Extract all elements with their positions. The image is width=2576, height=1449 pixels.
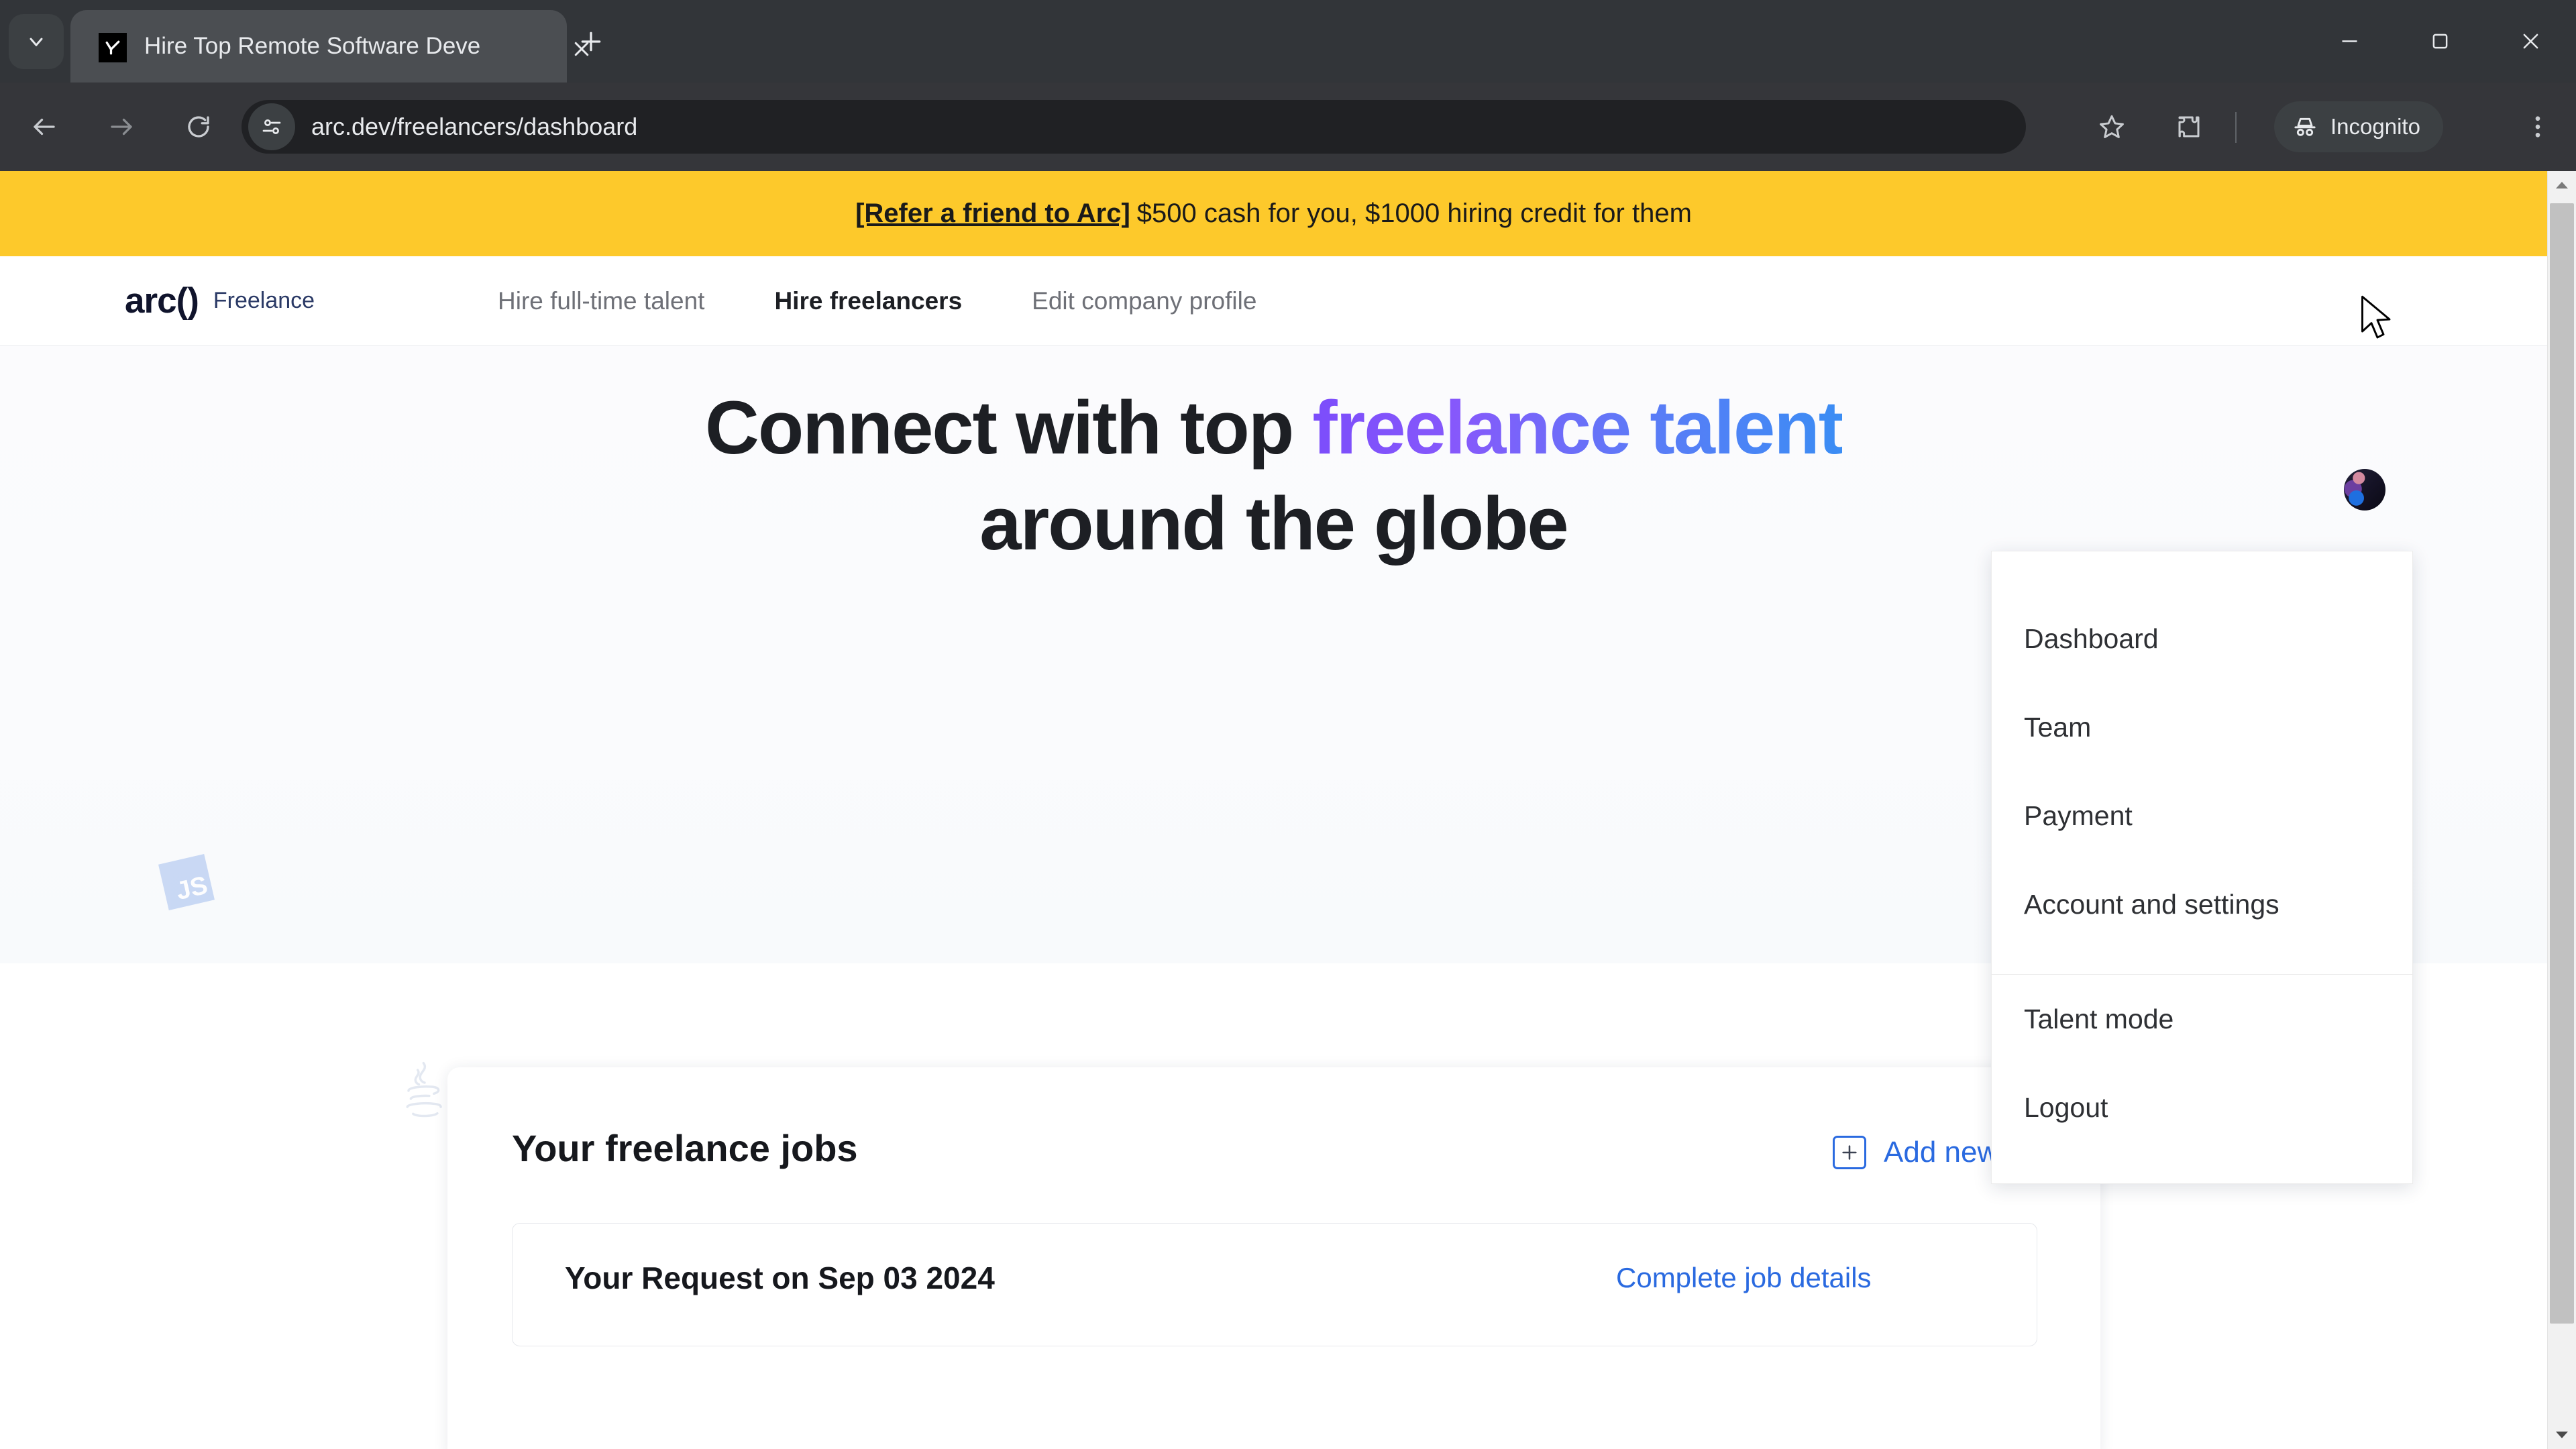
- page-scrollbar[interactable]: [2547, 171, 2576, 1449]
- new-tab-button[interactable]: [567, 17, 615, 66]
- address-bar[interactable]: arc.dev/freelancers/dashboard: [241, 100, 2026, 154]
- back-button[interactable]: [19, 101, 70, 152]
- close-icon: [2523, 34, 2538, 49]
- star-icon: [2100, 115, 2124, 138]
- maximize-button[interactable]: [2395, 0, 2485, 83]
- menu-item-team[interactable]: Team: [1992, 683, 2412, 771]
- scrollbar-thumb[interactable]: [2550, 203, 2574, 1324]
- incognito-indicator[interactable]: Incognito: [2274, 101, 2443, 152]
- account-menu-group-secondary: Talent mode Logout: [1992, 975, 2412, 1152]
- nav-item-hire-full-time-talent[interactable]: Hire full-time talent: [498, 287, 704, 315]
- referral-banner[interactable]: [Refer a friend to Arc] $500 cash for yo…: [0, 171, 2547, 256]
- site-navbar: arc() Freelance Hire full-time talent Hi…: [0, 256, 2547, 346]
- close-window-button[interactable]: [2485, 0, 2576, 83]
- incognito-label: Incognito: [2330, 114, 2420, 139]
- extensions-button[interactable]: [2163, 101, 2214, 152]
- minimize-button[interactable]: [2304, 0, 2395, 83]
- nav-item-edit-company-profile[interactable]: Edit company profile: [1032, 287, 1256, 315]
- reload-button[interactable]: [173, 101, 224, 152]
- tab-strip: Hire Top Remote Software Deve: [0, 0, 2576, 83]
- arrow-left-icon: [34, 118, 55, 136]
- tab-search-button[interactable]: [9, 14, 64, 69]
- logo-subtitle: Freelance: [213, 288, 315, 313]
- complete-job-details-link[interactable]: Complete job details: [1616, 1262, 1872, 1294]
- mouse-cursor: [2361, 295, 2391, 339]
- arc-favicon: [99, 33, 127, 62]
- window-controls: [2304, 0, 2576, 83]
- jobs-card-header: Your freelance jobs Add new: [447, 1067, 2100, 1245]
- menu-item-dashboard[interactable]: Dashboard: [1992, 594, 2412, 683]
- menu-item-logout[interactable]: Logout: [1992, 1063, 2412, 1152]
- menu-item-account-and-settings[interactable]: Account and settings: [1992, 860, 2412, 949]
- browser-tab[interactable]: Hire Top Remote Software Deve: [70, 10, 589, 83]
- bookmark-button[interactable]: [2086, 101, 2137, 152]
- job-name: Your Request on Sep 03 2024: [565, 1260, 995, 1295]
- add-new-job-button[interactable]: Add new: [1833, 1136, 1998, 1169]
- account-menu-group-main: Dashboard Team Payment Account and setti…: [1992, 551, 2412, 949]
- forward-button[interactable]: [96, 101, 147, 152]
- javascript-badge-icon: JS: [158, 854, 215, 910]
- chevron-down-icon: [30, 38, 43, 46]
- plus-icon: [1842, 1145, 1857, 1160]
- arc-logo[interactable]: arc() Freelance: [125, 256, 315, 345]
- triangle-up-icon: [2556, 182, 2568, 189]
- maximize-icon: [2432, 34, 2448, 49]
- hero-title-highlight: freelance talent: [1312, 386, 1843, 470]
- account-dropdown-menu: Dashboard Team Payment Account and setti…: [1991, 551, 2413, 1184]
- referral-banner-text: $500 cash for you, $1000 hiring credit f…: [1136, 199, 1692, 228]
- minimize-icon: [2342, 40, 2357, 42]
- jobs-section-title: Your freelance jobs: [512, 1127, 858, 1169]
- avatar[interactable]: [2344, 469, 2385, 511]
- referral-banner-link[interactable]: [Refer a friend to Arc]: [855, 199, 1130, 229]
- page-viewport: [Refer a friend to Arc] $500 cash for yo…: [0, 171, 2576, 1449]
- job-list-item[interactable]: Your Request on Sep 03 2024 Complete job…: [512, 1223, 2037, 1346]
- url-text: arc.dev/freelancers/dashboard: [311, 113, 638, 140]
- toolbar-divider: [2235, 112, 2237, 143]
- nav-item-hire-freelancers[interactable]: Hire freelancers: [774, 287, 962, 315]
- triangle-down-icon: [2556, 1432, 2568, 1438]
- plus-icon: [581, 32, 601, 52]
- menu-item-talent-mode[interactable]: Talent mode: [1992, 975, 2412, 1063]
- hero-title-part2: around the globe: [979, 482, 1568, 566]
- chrome-menu-button[interactable]: [2512, 101, 2563, 152]
- page-title: Connect with top freelance talent around…: [0, 380, 2547, 572]
- more-vertical-icon: [2535, 116, 2540, 138]
- menu-item-payment[interactable]: Payment: [1992, 771, 2412, 860]
- favicon-glyph: [105, 40, 120, 55]
- primary-nav: Hire full-time talent Hire freelancers E…: [498, 256, 1326, 345]
- site-settings-icon[interactable]: [248, 103, 295, 150]
- scroll-up-button[interactable]: [2548, 171, 2576, 199]
- add-new-label: Add new: [1884, 1136, 1999, 1169]
- freelance-jobs-card: Your freelance jobs Add new Your Request…: [447, 1067, 2100, 1449]
- extensions-icon: [2178, 116, 2200, 138]
- hero-title-part1: Connect with top: [704, 386, 1313, 470]
- incognito-icon: [2294, 117, 2316, 136]
- browser-toolbar: arc.dev/freelancers/dashboard Incognito: [0, 83, 2576, 171]
- plus-square-icon: [1833, 1136, 1866, 1169]
- arrow-right-icon: [111, 118, 132, 136]
- scroll-down-button[interactable]: [2548, 1421, 2576, 1449]
- reload-icon: [188, 116, 209, 138]
- logo-mark: arc(): [125, 281, 199, 321]
- browser-window: Hire Top Remote Software Deve arc.dev/fr…: [0, 0, 2576, 1449]
- tune-icon: [262, 119, 281, 134]
- tab-title: Hire Top Remote Software Deve: [144, 33, 481, 59]
